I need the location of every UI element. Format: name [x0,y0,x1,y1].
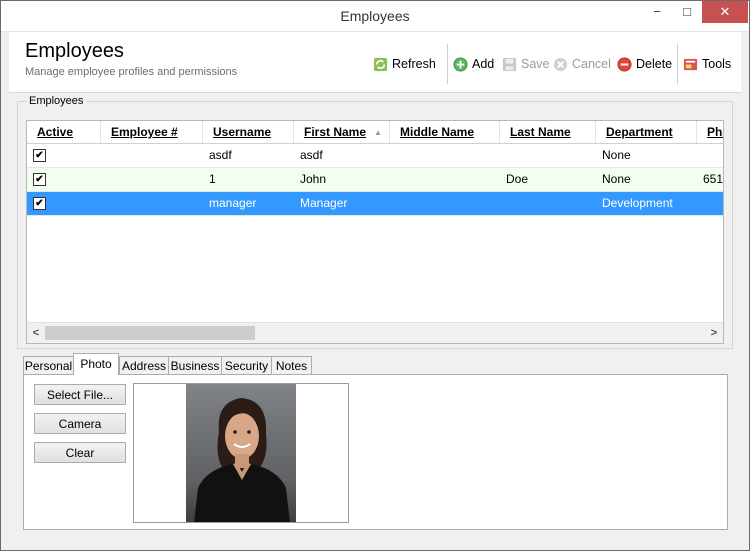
cell-username: asdf [209,148,232,162]
cancel-label: Cancel [572,57,611,71]
tab-notes[interactable]: Notes [271,356,312,374]
cell-username: 1 [209,172,216,186]
grid-header: Active Employee # Username First Name ▲ M… [27,121,723,144]
select-file-button[interactable]: Select File... [34,384,126,405]
employees-grid[interactable]: Active Employee # Username First Name ▲ M… [26,120,724,344]
save-button[interactable]: Save [502,50,550,78]
cell-employee-number [101,144,203,167]
cell-employee-number [101,168,203,191]
tools-icon [683,58,698,70]
cell-middle-name [390,168,500,191]
add-icon [453,56,468,72]
scroll-left-icon[interactable]: < [27,323,45,343]
tools-button[interactable]: Tools [683,50,731,78]
save-icon [502,57,517,71]
table-row[interactable]: ✔ asdf asdf None [27,144,723,168]
employee-photo [186,384,296,522]
sort-ascending-icon: ▲ [374,127,382,137]
column-header-first-name[interactable]: First Name ▲ [294,121,390,143]
active-checkbox[interactable]: ✔ [33,149,46,162]
cell-phone [697,192,723,215]
page-title: Employees [25,40,124,62]
employees-group: Employees Active Employee # Username Fir… [17,95,733,349]
group-label: Employees [26,95,87,107]
camera-button[interactable]: Camera [34,413,126,434]
refresh-icon [373,57,388,71]
cell-last-name [500,192,596,215]
tools-label: Tools [702,57,732,71]
delete-icon [617,56,632,72]
column-header-username[interactable]: Username [203,121,294,143]
tab-personal[interactable]: Personal [23,356,74,374]
clear-button[interactable]: Clear [34,442,126,463]
horizontal-scrollbar[interactable]: < > [27,322,723,343]
cell-first-name: Manager [300,196,348,210]
employees-window: Employees − □ ✕ Employees Manage employe… [0,0,750,551]
cell-middle-name [390,192,500,215]
tab-address[interactable]: Address [119,356,169,374]
cell-last-name: Doe [506,172,529,186]
tab-business[interactable]: Business [168,356,222,374]
cell-phone [697,144,723,167]
cell-first-name: asdf [300,148,323,162]
table-row[interactable]: ✔ 1 John Doe None 651-6 [27,168,723,192]
add-button[interactable]: Add [453,50,494,78]
column-header-employee-number[interactable]: Employee # [101,121,203,143]
toolbar-separator [677,44,678,84]
cell-middle-name [390,144,500,167]
column-header-last-name[interactable]: Last Name [500,121,596,143]
cell-first-name: John [300,172,327,186]
scroll-right-icon[interactable]: > [705,323,723,343]
portrait-image [194,398,290,522]
tab-security[interactable]: Security [221,356,272,374]
cell-department: None [602,148,631,162]
refresh-label: Refresh [392,57,436,71]
cell-last-name [500,144,596,167]
delete-button[interactable]: Delete [617,50,672,78]
active-checkbox[interactable]: ✔ [33,173,46,186]
cell-department: None [602,172,631,186]
cell-department: Development [602,196,673,210]
cell-username: manager [209,196,257,210]
page-header: Employees Manage employee profiles and p… [9,32,741,93]
cancel-button[interactable]: Cancel [553,50,611,78]
photo-tab-panel: Select File... Camera Clear [23,374,728,530]
delete-label: Delete [636,57,673,71]
cell-employee-number [101,192,203,215]
refresh-button[interactable]: Refresh [373,50,436,78]
cell-phone: 651-6 [703,172,724,186]
minimize-button[interactable]: − [642,1,672,23]
toolbar-separator [447,44,448,84]
column-header-active[interactable]: Active [27,121,101,143]
add-label: Add [472,57,495,71]
close-button[interactable]: ✕ [702,1,748,23]
maximize-button[interactable]: □ [672,1,702,23]
page-subtitle: Manage employee profiles and permissions [25,66,238,78]
tab-photo[interactable]: Photo [73,353,119,375]
save-label: Save [521,57,550,71]
column-header-department[interactable]: Department [596,121,697,143]
active-checkbox[interactable]: ✔ [33,197,46,210]
title-bar[interactable]: Employees − □ ✕ [1,1,749,32]
column-header-phone[interactable]: Pho [697,121,723,143]
column-header-middle-name[interactable]: Middle Name [390,121,500,143]
photo-frame [133,383,349,523]
column-header-first-name-label: First Name [304,125,367,139]
scrollbar-thumb[interactable] [45,326,255,340]
table-row-selected[interactable]: ✔ manager Manager Development [27,192,723,216]
cancel-icon [553,57,568,71]
window-title: Employees [340,8,410,24]
